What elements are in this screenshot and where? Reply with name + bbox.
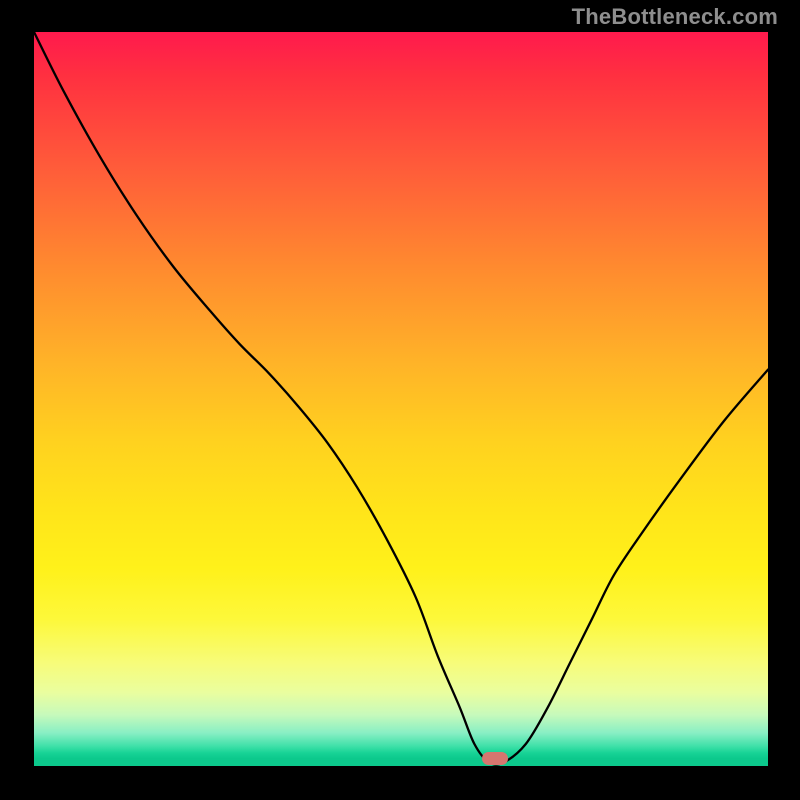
- chart-frame: TheBottleneck.com: [0, 0, 800, 800]
- bottleneck-curve: [34, 32, 768, 766]
- watermark-text: TheBottleneck.com: [572, 4, 778, 30]
- optimal-point-marker: [482, 752, 508, 765]
- plot-area: [34, 32, 768, 766]
